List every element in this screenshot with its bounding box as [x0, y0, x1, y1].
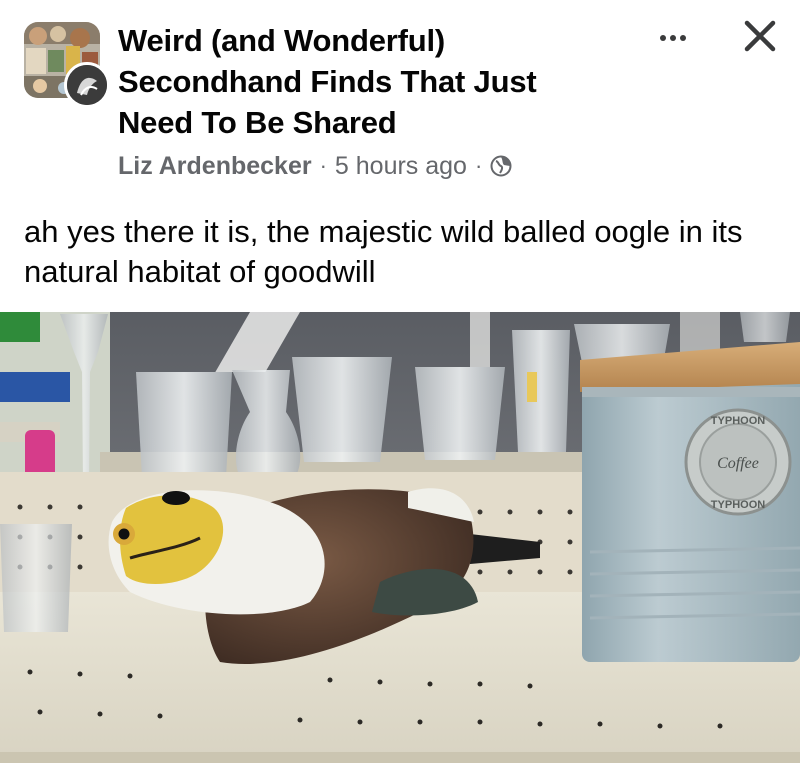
post-caption: ah yes there it is, the majestic wild ba…: [24, 214, 743, 289]
glass-vase: [415, 367, 505, 460]
more-options-button[interactable]: [648, 18, 698, 58]
avatar-stack[interactable]: [24, 22, 110, 108]
globe-icon: [490, 155, 512, 177]
close-button[interactable]: [738, 14, 782, 58]
more-options-icon: [680, 35, 686, 41]
glass-vase: [136, 372, 232, 477]
glass-vase: [512, 330, 570, 452]
post-card: Weird (and Wonderful) Secondhand Finds T…: [0, 0, 800, 763]
group-name-link[interactable]: Weird (and Wonderful) Secondhand Finds T…: [118, 20, 618, 143]
canister-brand-bottom: TYPHOON: [711, 499, 765, 511]
more-options-icon: [660, 35, 666, 41]
timestamp-link[interactable]: 5 hours ago: [335, 152, 467, 181]
coffee-canister: TYPHOON Coffee TYPHOON: [580, 342, 800, 662]
post-header: Weird (and Wonderful) Secondhand Finds T…: [0, 0, 800, 190]
drinking-glass: [0, 524, 72, 632]
author-name-link[interactable]: Liz Ardenbecker: [118, 152, 312, 181]
glass-vase: [292, 357, 392, 462]
user-avatar[interactable]: [64, 62, 110, 108]
canister-brand-top: TYPHOON: [711, 415, 765, 427]
meta-separator: ·: [319, 153, 327, 178]
post-photo[interactable]: TYPHOON Coffee TYPHOON: [0, 312, 800, 763]
meta-separator: ·: [474, 153, 483, 178]
canister-label-coffee: Coffee: [717, 455, 759, 472]
close-icon: [744, 20, 776, 52]
post-meta: Liz Ardenbecker · 5 hours ago ·: [118, 148, 512, 184]
more-options-icon: [670, 35, 676, 41]
